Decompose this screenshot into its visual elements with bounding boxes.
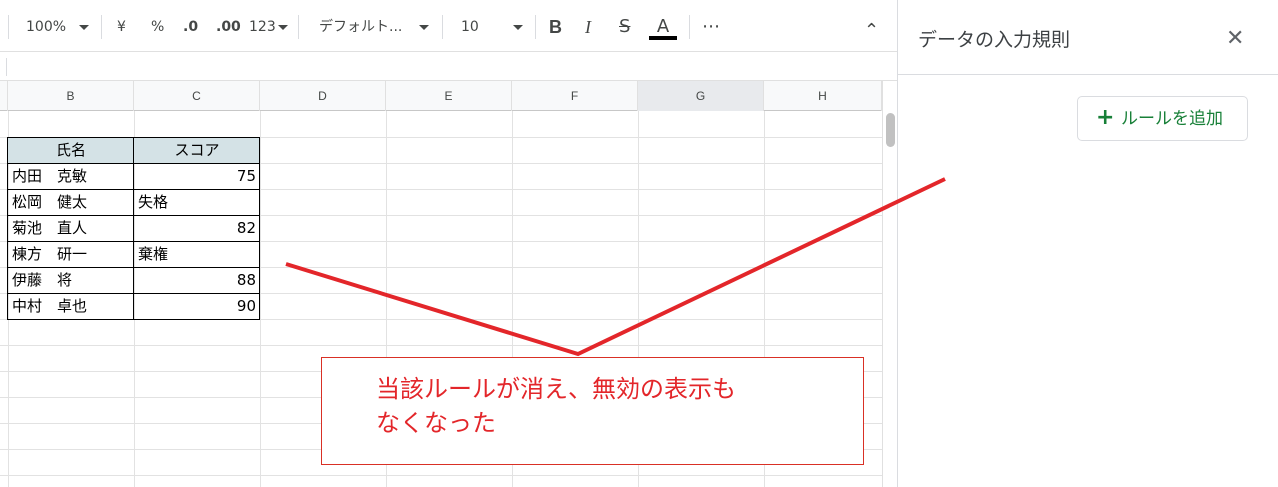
- strikethrough-button[interactable]: S: [619, 14, 630, 40]
- column-header-a[interactable]: [0, 81, 8, 111]
- collapse-chevron-icon[interactable]: ⌃: [864, 18, 879, 44]
- toolbar-divider: [101, 15, 102, 39]
- toolbar-divider: [8, 15, 9, 39]
- vertical-scrollbar[interactable]: [882, 81, 897, 487]
- panel-header: データの入力規則 ✕: [898, 0, 1278, 75]
- toolbar-divider: [442, 15, 443, 39]
- font-family-select[interactable]: デフォルト...: [319, 14, 402, 40]
- italic-button[interactable]: I: [585, 14, 591, 40]
- column-header-row: B C D E F G H: [0, 81, 882, 111]
- number-format-button[interactable]: 123: [249, 14, 276, 40]
- percent-format-button[interactable]: %: [151, 14, 164, 40]
- add-rule-label: ルールを追加: [1121, 109, 1223, 129]
- table-border: [7, 293, 260, 294]
- decrease-decimal-button[interactable]: .0: [183, 14, 198, 40]
- table-border: [7, 241, 260, 242]
- toolbar: 100% ¥ % .0 .00 123 デフォルト... 10 B I S A …: [0, 0, 897, 52]
- table-border: [7, 267, 260, 268]
- formula-divider: [6, 58, 7, 76]
- zoom-caret-icon[interactable]: [79, 25, 89, 30]
- table-border: [7, 189, 260, 190]
- annotation-text: 当該ルールが消え、無効の表示も なくなった: [376, 372, 846, 440]
- annotation-line-1: 当該ルールが消え、無効の表示も: [376, 375, 736, 403]
- column-header-c[interactable]: C: [134, 81, 260, 111]
- toolbar-divider: [689, 15, 690, 39]
- column-header-d[interactable]: D: [260, 81, 386, 111]
- more-icon[interactable]: ⋯: [702, 14, 720, 40]
- annotation-callout: 当該ルールが消え、無効の表示も なくなった: [321, 357, 864, 465]
- number-format-caret-icon[interactable]: [278, 25, 288, 30]
- column-header-f[interactable]: F: [512, 81, 638, 111]
- bold-button[interactable]: B: [549, 14, 562, 40]
- plus-icon: +: [1096, 105, 1115, 130]
- text-color-swatch: [649, 36, 677, 40]
- column-header-e[interactable]: E: [386, 81, 512, 111]
- gridline: [0, 345, 882, 346]
- formula-bar[interactable]: [0, 52, 897, 81]
- toolbar-divider: [535, 15, 536, 39]
- add-rule-button[interactable]: + ルールを追加: [1077, 96, 1248, 141]
- currency-format-button[interactable]: ¥: [117, 14, 126, 40]
- data-validation-panel: データの入力規則 ✕ + ルールを追加: [897, 0, 1278, 487]
- scrollbar-thumb[interactable]: [886, 113, 895, 147]
- font-caret-icon[interactable]: [419, 25, 429, 30]
- panel-title: データの入力規則: [918, 29, 1071, 51]
- toolbar-divider: [298, 15, 299, 39]
- column-header-h[interactable]: H: [764, 81, 882, 111]
- table-border: [7, 215, 260, 216]
- font-size-caret-icon[interactable]: [513, 25, 523, 30]
- increase-decimal-button[interactable]: .00: [216, 14, 241, 40]
- column-header-g[interactable]: G: [638, 81, 764, 111]
- annotation-line-2: なくなった: [376, 409, 496, 437]
- gridline: [0, 475, 882, 476]
- table-border: [7, 163, 260, 164]
- close-icon[interactable]: ✕: [1226, 26, 1244, 52]
- gridline: [260, 111, 261, 487]
- font-size-select[interactable]: 10: [461, 14, 479, 40]
- zoom-select[interactable]: 100%: [26, 14, 66, 40]
- column-header-b[interactable]: B: [8, 81, 134, 111]
